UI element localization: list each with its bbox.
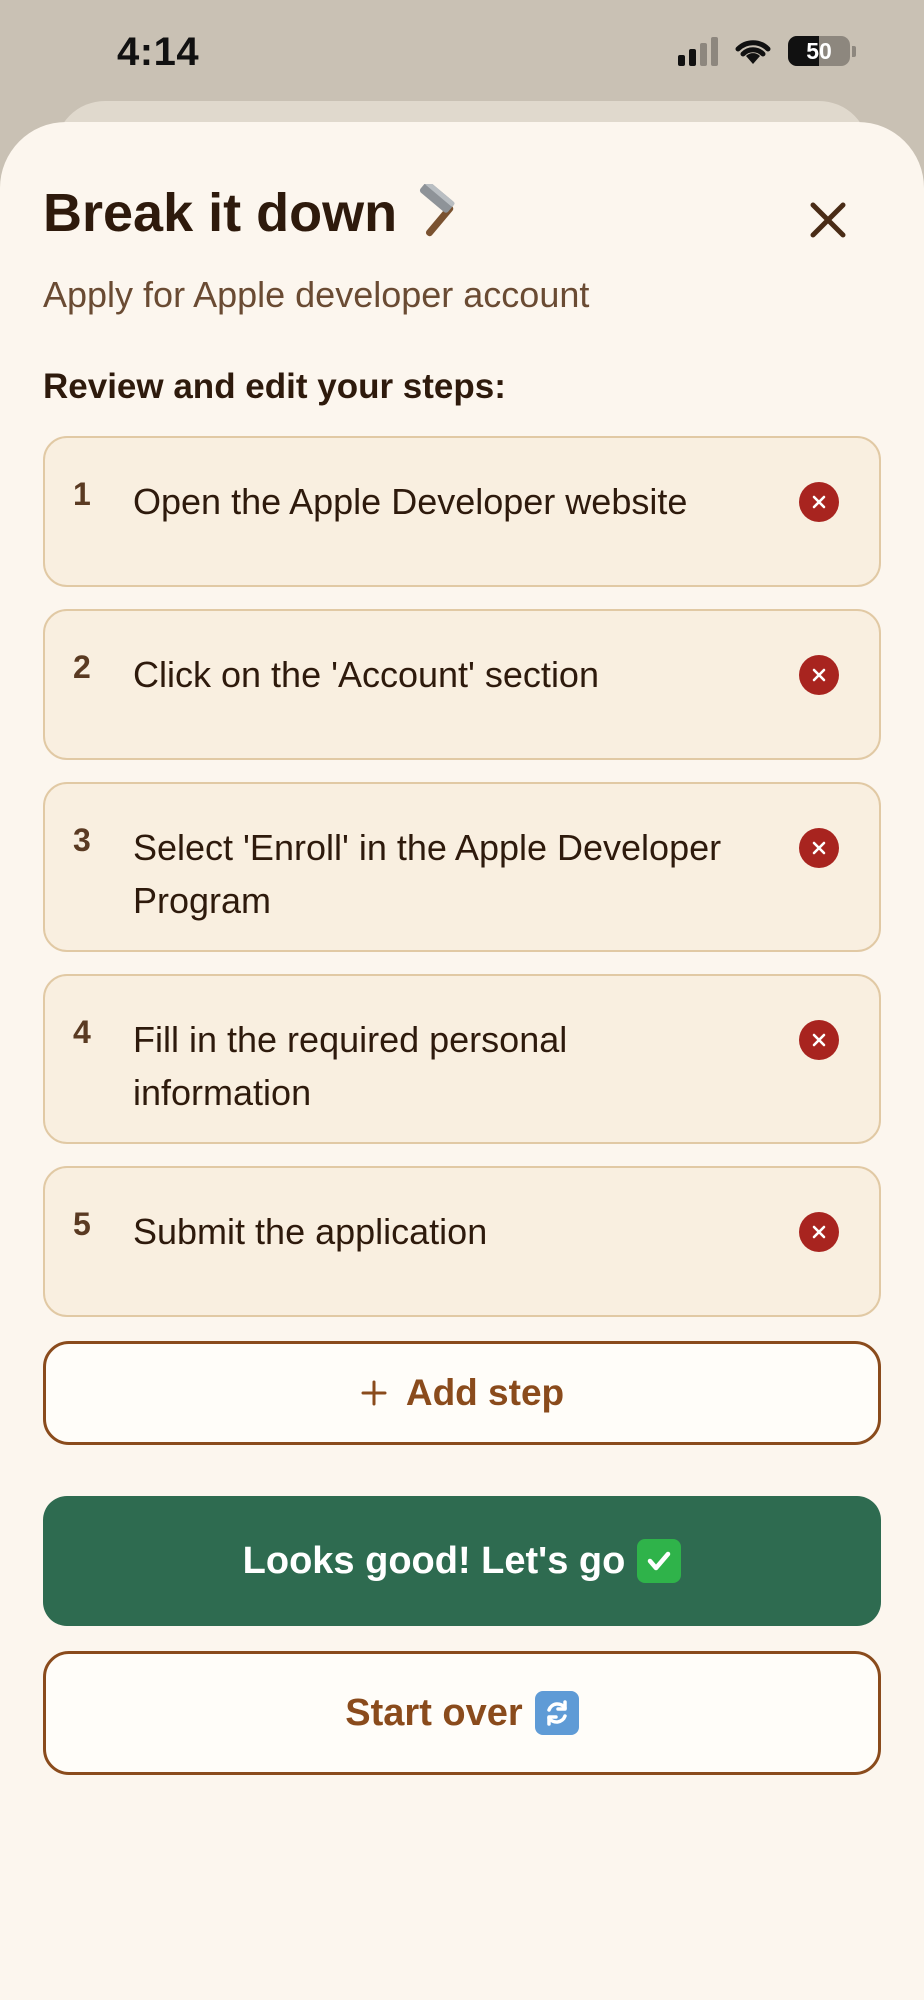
step-card[interactable]: 1 Open the Apple Developer website xyxy=(43,436,881,587)
close-button[interactable] xyxy=(800,192,856,248)
step-number: 2 xyxy=(73,649,91,685)
step-text[interactable]: Submit the application xyxy=(133,1205,753,1258)
remove-step-button[interactable] xyxy=(799,1212,839,1252)
step-text[interactable]: Fill in the required personal informatio… xyxy=(133,1013,753,1119)
step-card[interactable]: 4 Fill in the required personal informat… xyxy=(43,974,881,1144)
add-step-button[interactable]: Add step xyxy=(43,1341,881,1445)
close-icon xyxy=(812,495,826,509)
battery-icon: 50 xyxy=(788,36,850,66)
step-card[interactable]: 3 Select 'Enroll' in the Apple Developer… xyxy=(43,782,881,952)
check-mark-icon xyxy=(637,1539,682,1583)
status-icons: 50 xyxy=(678,36,856,66)
close-icon xyxy=(812,668,826,682)
step-text[interactable]: Click on the 'Account' section xyxy=(133,648,753,701)
confirm-steps-button[interactable]: Looks good! Let's go xyxy=(43,1496,881,1626)
add-step-label: Add step xyxy=(405,1372,565,1413)
step-number: 1 xyxy=(73,476,91,512)
step-number: 5 xyxy=(73,1206,91,1242)
page-title: Break it down xyxy=(43,182,469,244)
start-over-label: Start over xyxy=(345,1691,523,1734)
step-card[interactable]: 5 Submit the application xyxy=(43,1166,881,1317)
step-text[interactable]: Select 'Enroll' in the Apple Developer P… xyxy=(133,821,753,927)
step-card[interactable]: 2 Click on the 'Account' section xyxy=(43,609,881,760)
step-number: 4 xyxy=(73,1014,91,1050)
cellular-signal-icon xyxy=(678,36,718,66)
close-icon xyxy=(812,1225,826,1239)
battery-level: 50 xyxy=(806,37,832,64)
remove-step-button[interactable] xyxy=(799,655,839,695)
status-bar: 4:14 50 xyxy=(0,0,924,100)
step-number: 3 xyxy=(73,822,91,858)
page-title-text: Break it down xyxy=(43,183,398,243)
close-icon xyxy=(810,202,846,238)
hammer-icon xyxy=(420,184,455,237)
confirm-label: Looks good! Let's go xyxy=(242,1539,626,1582)
wifi-icon xyxy=(735,40,771,64)
remove-step-button[interactable] xyxy=(799,828,839,868)
break-it-down-sheet: Break it down Apply for Apple developer … xyxy=(0,122,924,2000)
start-over-button[interactable]: Start over xyxy=(43,1651,881,1775)
status-time: 4:14 xyxy=(117,30,200,74)
remove-step-button[interactable] xyxy=(799,482,839,522)
section-label: Review and edit your steps: xyxy=(43,367,506,406)
task-subtitle: Apply for Apple developer account xyxy=(43,274,590,315)
steps-list: 1 Open the Apple Developer website 2 Cli… xyxy=(43,436,881,1339)
close-icon xyxy=(812,1033,826,1047)
close-icon xyxy=(812,841,826,855)
refresh-icon xyxy=(534,1691,579,1735)
step-text[interactable]: Open the Apple Developer website xyxy=(133,475,753,528)
remove-step-button[interactable] xyxy=(799,1020,839,1060)
plus-icon xyxy=(361,1380,387,1406)
